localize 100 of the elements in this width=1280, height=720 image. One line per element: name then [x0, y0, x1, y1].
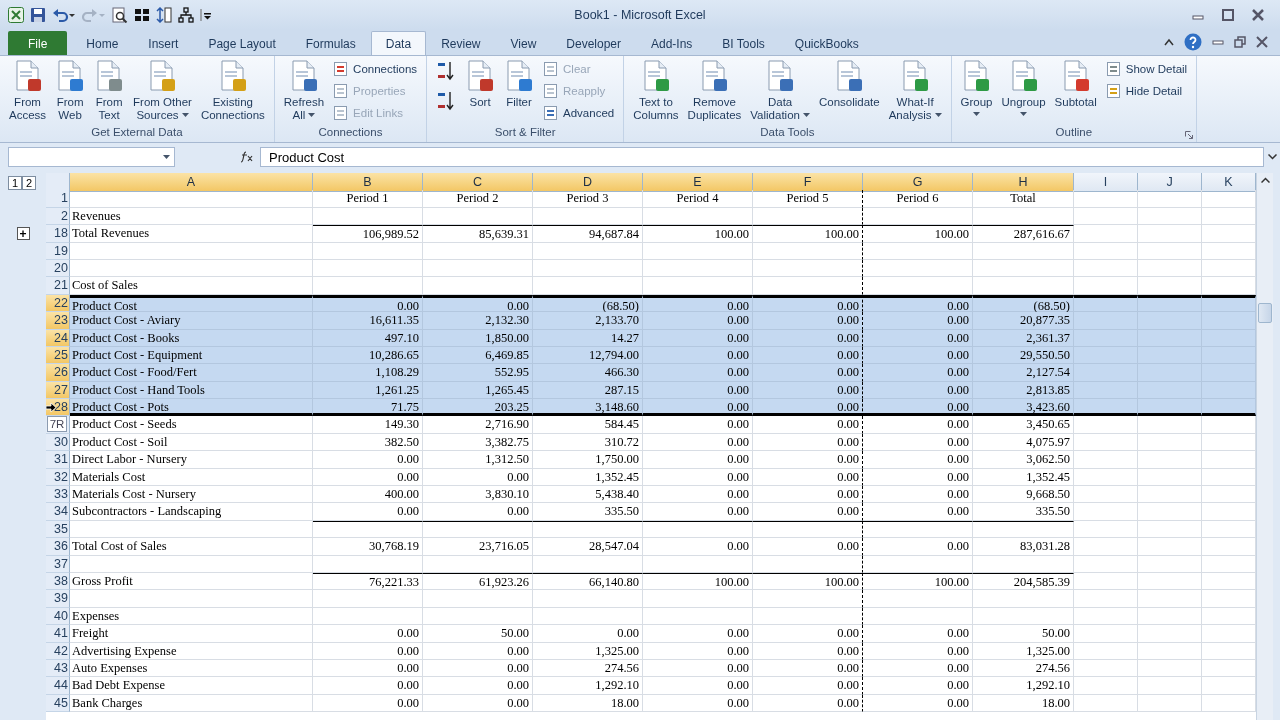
- ribbon-tab[interactable]: File: [8, 31, 68, 55]
- column-header[interactable]: D: [533, 173, 643, 192]
- ribbon-button[interactable]: Text to Columns: [630, 58, 682, 124]
- ribbon-tab[interactable]: Home: [71, 31, 134, 55]
- table-cell: 0.00: [313, 468, 423, 487]
- ribbon-button[interactable]: Subtotal: [1051, 58, 1100, 111]
- document-icon: [147, 60, 178, 92]
- row-header[interactable]: 1: [46, 190, 70, 208]
- ribbon-small-button[interactable]: Hide Detail: [1102, 80, 1191, 102]
- table-cell: 0.00: [753, 538, 863, 556]
- ribbon-button[interactable]: Consolidate: [815, 58, 883, 111]
- ribbon-small-button[interactable]: Advanced: [540, 102, 618, 124]
- customize-caret-icon[interactable]: [200, 7, 212, 23]
- restore-icon[interactable]: [1234, 36, 1246, 48]
- ribbon-button[interactable]: What-If Analysis: [885, 58, 945, 124]
- row-header[interactable]: 34: [46, 503, 70, 521]
- column-header[interactable]: I: [1074, 173, 1138, 192]
- spreadsheet-logo-icon[interactable]: [8, 7, 24, 23]
- ribbon-tab[interactable]: Review: [426, 31, 496, 55]
- table-cell: 23,716.05: [423, 538, 533, 556]
- close-icon[interactable]: [1252, 9, 1264, 21]
- ribbon-button[interactable]: Existing Connections: [197, 58, 268, 124]
- table-cell: Period 4: [643, 190, 753, 208]
- column-header[interactable]: C: [423, 173, 533, 192]
- column-header[interactable]: A: [70, 173, 313, 192]
- page-icon: [543, 83, 560, 99]
- column-header[interactable]: E: [643, 173, 753, 192]
- column-header[interactable]: K: [1202, 173, 1256, 192]
- table-cell: 0.00: [643, 503, 753, 521]
- row-height-icon[interactable]: [156, 7, 172, 23]
- collapse-ribbon-icon[interactable]: [1164, 38, 1174, 46]
- ribbon-button[interactable]: From Web: [52, 58, 89, 124]
- scroll-thumb[interactable]: [1258, 303, 1272, 323]
- table-cell: 0.00: [643, 399, 753, 417]
- column-header[interactable]: J: [1138, 173, 1202, 192]
- save-icon[interactable]: [30, 7, 46, 23]
- ribbon-button[interactable]: Ungroup: [998, 58, 1049, 118]
- ribbon-button[interactable]: Filter: [501, 58, 538, 111]
- table-cell: 2,133.70: [533, 312, 643, 330]
- outline-level-button[interactable]: 2: [22, 175, 36, 190]
- print-preview-icon[interactable]: [112, 7, 128, 23]
- ribbon-small-button[interactable]: Show Detail: [1102, 58, 1191, 80]
- formula-field[interactable]: Product Cost: [260, 147, 1264, 167]
- table-cell: Period 5: [753, 190, 863, 208]
- table-cell: 0.00: [753, 694, 863, 713]
- row-header[interactable]: 31: [46, 451, 70, 469]
- table-cell: 0.00: [643, 433, 753, 452]
- ribbon-tab[interactable]: Data: [370, 31, 427, 55]
- ribbon-tab[interactable]: Page Layout: [193, 31, 291, 55]
- close-icon[interactable]: [1256, 36, 1268, 48]
- table-cell: Period 6: [863, 190, 973, 208]
- row-header[interactable]: 21: [46, 277, 70, 295]
- help-icon[interactable]: [1184, 33, 1202, 51]
- ribbon-small-button[interactable]: Connections: [330, 58, 421, 80]
- ribbon-button[interactable]: From Other Sources: [130, 58, 195, 124]
- column-header[interactable]: F: [753, 173, 863, 192]
- vertical-scrollbar[interactable]: [1256, 173, 1273, 720]
- ribbon-button[interactable]: Remove Duplicates: [684, 58, 745, 124]
- ribbon-button[interactable]: Refresh All: [280, 58, 328, 124]
- table-cell: 0.00: [643, 364, 753, 382]
- table-cell: 0.00: [313, 694, 423, 713]
- ribbon-button[interactable]: From Text: [91, 58, 128, 124]
- scroll-up-icon[interactable]: [1260, 177, 1270, 183]
- ribbon-tab[interactable]: Insert: [133, 31, 194, 55]
- expand-outline-button[interactable]: +: [16, 227, 30, 241]
- table-cell: 0.00: [863, 416, 973, 434]
- ribbon-tab[interactable]: BI Tools: [707, 31, 780, 55]
- row-header[interactable]: 28: [46, 399, 70, 417]
- ribbon-button[interactable]: Group: [957, 58, 996, 118]
- row-header[interactable]: 36: [46, 538, 70, 556]
- document-icon: [55, 60, 86, 92]
- dialog-launcher-icon[interactable]: [1185, 131, 1194, 139]
- ribbon-tab[interactable]: Formulas: [290, 31, 371, 55]
- expand-caret-icon[interactable]: [1267, 154, 1277, 160]
- ribbon-button[interactable]: From Access: [6, 58, 50, 124]
- row-header[interactable]: 26: [46, 364, 70, 382]
- column-header[interactable]: B: [313, 173, 423, 192]
- table-cell: 85,639.31: [423, 225, 533, 243]
- table-cell: 0.00: [753, 677, 863, 695]
- row-header[interactable]: 33: [46, 486, 70, 504]
- hierarchy-icon[interactable]: [178, 7, 194, 23]
- ribbon-tab[interactable]: Add-Ins: [636, 31, 708, 55]
- table-cell: 0.00: [863, 677, 973, 695]
- row-header[interactable]: 23: [46, 312, 70, 330]
- ribbon-tab[interactable]: Developer: [551, 31, 636, 55]
- row-header[interactable]: 44: [46, 677, 70, 695]
- insert-function-icon[interactable]: [240, 151, 254, 163]
- ribbon-tab[interactable]: View: [495, 31, 552, 55]
- ribbon-button[interactable]: Sort: [462, 58, 499, 111]
- undo-icon[interactable]: [52, 7, 76, 23]
- column-header[interactable]: H: [973, 173, 1074, 192]
- outline-level-button[interactable]: 1: [8, 175, 22, 190]
- column-header[interactable]: G: [863, 173, 973, 192]
- ribbon-button[interactable]: Data Validation: [747, 58, 813, 124]
- row-header[interactable]: 39: [46, 590, 70, 608]
- grid-icon[interactable]: [134, 7, 150, 23]
- row-header[interactable]: 41: [46, 625, 70, 643]
- maximize-icon[interactable]: [1222, 9, 1234, 21]
- row-header[interactable]: 18: [46, 225, 70, 243]
- ribbon-tab[interactable]: QuickBooks: [779, 31, 874, 55]
